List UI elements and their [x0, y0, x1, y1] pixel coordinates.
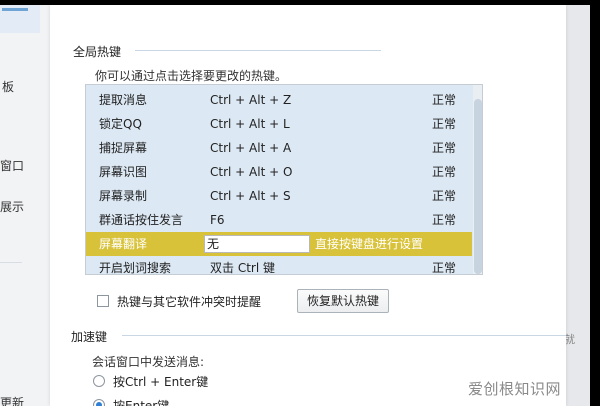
- background-separator: [0, 262, 22, 263]
- hotkey-key: 双击 Ctrl 键: [210, 261, 275, 275]
- hotkey-row[interactable]: 提取消息 Ctrl + Alt + Z 正常: [86, 88, 472, 112]
- hotkey-key: Ctrl + Alt + S: [210, 189, 291, 203]
- enter-label[interactable]: 按Enter键: [113, 397, 169, 406]
- hotkey-name: 捕捉屏幕: [99, 141, 148, 155]
- hotkey-status: 正常: [432, 189, 457, 203]
- scrollbar-thumb[interactable]: [474, 99, 482, 274]
- hotkey-row[interactable]: 开启划词搜索 双击 Ctrl 键 正常: [86, 256, 472, 275]
- hotkey-key: F6: [210, 213, 225, 227]
- restore-default-hotkeys-button[interactable]: 恢复默认热键: [297, 289, 389, 313]
- hotkey-name: 开启划词搜索: [99, 261, 172, 275]
- hotkey-hint: 你可以通过点击选择要更改的热键。: [95, 69, 288, 83]
- hotkey-row[interactable]: 群通话按住发言 F6 正常: [86, 208, 472, 232]
- hotkey-name: 屏幕翻译: [99, 237, 148, 251]
- hotkey-name: 提取消息: [99, 93, 148, 107]
- background-label-1: 板: [2, 80, 15, 94]
- hotkey-row[interactable]: 锁定QQ Ctrl + Alt + L 正常: [86, 112, 472, 136]
- hotkey-status: 正常: [432, 165, 457, 179]
- accelerator-title: 加速键: [71, 330, 108, 344]
- hotkey-status: 正常: [432, 213, 457, 227]
- watermark-text: 爱创根知识网: [468, 380, 562, 398]
- global-hotkeys-title: 全局热键: [73, 45, 122, 59]
- ctrl-enter-radio[interactable]: [93, 375, 105, 387]
- hotkey-status: 正常: [432, 261, 457, 275]
- hotkey-status: 正常: [432, 93, 457, 107]
- hotkey-set-hint: 直接按键盘进行设置: [315, 237, 424, 251]
- list-scrollbar[interactable]: [473, 85, 482, 274]
- hotkey-name: 屏幕识图: [99, 165, 148, 179]
- hotkey-key: Ctrl + Alt + O: [210, 165, 293, 179]
- hotkey-list[interactable]: 提取消息 Ctrl + Alt + Z 正常 锁定QQ Ctrl + Alt +…: [85, 84, 483, 275]
- section-divider: [135, 50, 381, 51]
- conflict-alert-label[interactable]: 热键与其它软件冲突时提醒: [117, 293, 261, 310]
- hotkey-row[interactable]: 屏幕录制 Ctrl + Alt + S 正常: [86, 184, 472, 208]
- hotkey-row[interactable]: 屏幕识图 Ctrl + Alt + O 正常: [86, 160, 472, 184]
- hotkey-key: Ctrl + Alt + A: [210, 141, 292, 155]
- background-label-4: 更新: [0, 396, 25, 406]
- enter-radio[interactable]: [93, 399, 105, 406]
- background-label-3: 展示: [0, 200, 25, 214]
- section-divider: [122, 335, 566, 336]
- hotkey-row-selected[interactable]: 屏幕翻译 无 直接按键盘进行设置: [86, 232, 472, 256]
- hotkey-status: 正常: [432, 141, 457, 155]
- hotkey-input[interactable]: 无: [204, 235, 310, 253]
- ctrl-enter-label[interactable]: 按Ctrl + Enter键: [113, 373, 208, 390]
- conflict-alert-checkbox[interactable]: [97, 295, 109, 307]
- hotkey-name: 群通话按住发言: [99, 213, 184, 227]
- background-label-2: 窗口: [0, 159, 25, 173]
- hotkey-key: Ctrl + Alt + Z: [210, 93, 292, 107]
- background-accent: [2, 8, 28, 11]
- hotkey-name: 锁定QQ: [99, 117, 142, 131]
- hotkey-name: 屏幕录制: [99, 189, 148, 203]
- hotkey-settings-dialog: 全局热键 你可以通过点击选择要更改的热键。 提取消息 Ctrl + Alt + …: [50, 5, 566, 406]
- hotkey-status: 正常: [432, 117, 457, 131]
- send-message-label: 会话窗口中发送消息:: [92, 355, 205, 369]
- hotkey-key: Ctrl + Alt + L: [210, 117, 290, 131]
- hotkey-row[interactable]: 捕捉屏幕 Ctrl + Alt + A 正常: [86, 136, 472, 160]
